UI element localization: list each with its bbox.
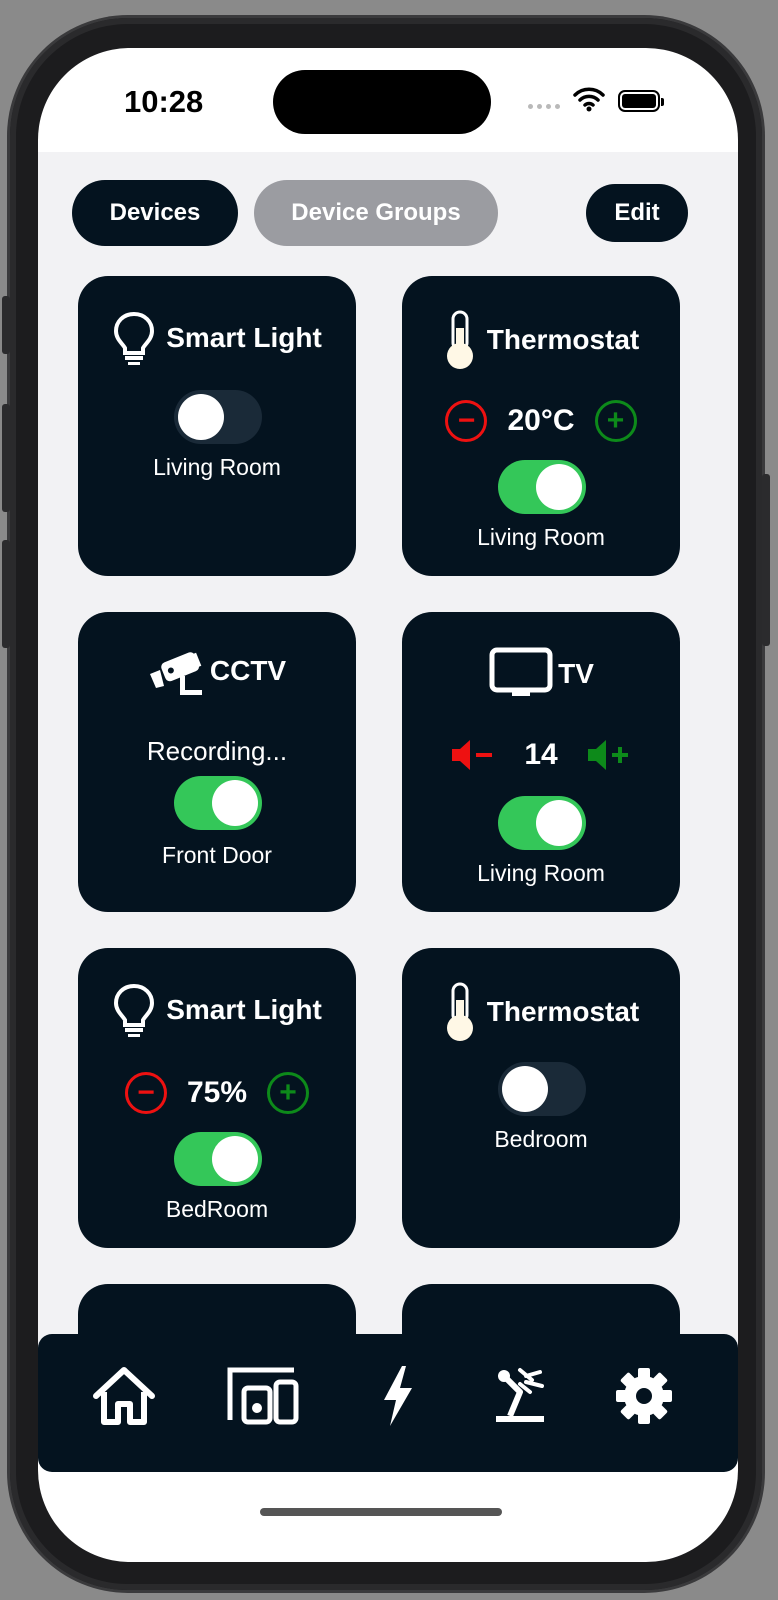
- power-toggle[interactable]: [498, 1062, 586, 1116]
- devices-icon[interactable]: [224, 1364, 304, 1428]
- card-title: Smart Light: [166, 994, 322, 1025]
- volume-up-icon[interactable]: [586, 738, 632, 772]
- room-label: Bedroom: [494, 1126, 588, 1152]
- device-card[interactable]: Smart Light Living Room: [78, 276, 356, 576]
- power-toggle[interactable]: [498, 796, 586, 850]
- device-card[interactable]: Thermostat − 20°C + Living Room: [402, 276, 680, 576]
- home-icon[interactable]: [90, 1364, 158, 1428]
- card-title: Thermostat: [486, 996, 640, 1027]
- status-time: 10:28: [124, 84, 204, 119]
- increase-button[interactable]: +: [267, 1072, 310, 1114]
- card-header: Thermostat: [402, 310, 680, 370]
- dynamic-island: [273, 70, 491, 134]
- device-card[interactable]: Smart Light − 75% + BedRoom: [78, 948, 356, 1248]
- room-label: Living Room: [153, 454, 281, 480]
- power-toggle[interactable]: [498, 460, 586, 514]
- power-toggle[interactable]: [174, 776, 262, 830]
- power-toggle[interactable]: [174, 1132, 262, 1186]
- automation-icon[interactable]: [490, 1364, 550, 1428]
- thermometer-icon: [446, 982, 473, 1041]
- card-title: CCTV: [209, 655, 287, 686]
- room-label: Living Room: [477, 860, 605, 886]
- temperature-stepper: − 20°C +: [402, 400, 680, 442]
- brightness-value: 75%: [186, 1076, 248, 1109]
- brightness-stepper: − 75% +: [78, 1072, 356, 1114]
- room-label: BedRoom: [165, 1196, 269, 1222]
- volume-stepper: 14: [402, 738, 680, 772]
- volume-up-button: [2, 404, 10, 512]
- screen: 10:28 Devices Device Groups Edit Smart L…: [38, 48, 738, 1562]
- card-header: Smart Light: [78, 310, 356, 366]
- home-indicator[interactable]: [260, 1508, 502, 1516]
- device-card[interactable]: Thermostat Bedroom: [402, 948, 680, 1248]
- thermometer-icon: [446, 310, 473, 369]
- bottom-tab-bar: [38, 1334, 738, 1472]
- settings-icon[interactable]: [614, 1364, 674, 1428]
- card-header: Smart Light: [78, 982, 356, 1038]
- power-button: [762, 474, 770, 646]
- temperature-value: 20°C: [507, 404, 575, 437]
- cctv-icon: [149, 652, 202, 695]
- room-label: Living Room: [477, 524, 605, 550]
- tab-devices[interactable]: Devices: [72, 180, 238, 246]
- volume-down-icon[interactable]: [450, 738, 496, 772]
- card-title: TV: [558, 658, 594, 689]
- volume-value: 14: [524, 738, 558, 771]
- recording-status: Recording...: [146, 736, 288, 766]
- decrease-button[interactable]: −: [445, 400, 488, 442]
- main-content: Devices Device Groups Edit Smart Light L…: [38, 152, 738, 1404]
- volume-down-button: [2, 540, 10, 648]
- card-header: CCTV: [78, 646, 356, 696]
- tab-device-groups[interactable]: Device Groups: [254, 180, 498, 246]
- card-title: Smart Light: [166, 322, 322, 353]
- device-card[interactable]: CCTV Recording... Front Door: [78, 612, 356, 912]
- cellular-signal-icon: [528, 104, 560, 109]
- room-label: Front Door: [162, 842, 272, 868]
- tv-icon: [489, 647, 553, 696]
- card-title: Thermostat: [486, 324, 640, 355]
- mute-switch: [2, 296, 10, 354]
- device-card[interactable]: TV 14 Living Room: [402, 612, 680, 912]
- edit-button[interactable]: Edit: [586, 184, 688, 242]
- increase-button[interactable]: +: [594, 400, 637, 442]
- battery-icon: [618, 90, 664, 112]
- decrease-button[interactable]: −: [124, 1072, 167, 1114]
- wifi-icon: [573, 87, 605, 112]
- bulb-icon: [114, 311, 155, 365]
- energy-icon[interactable]: [378, 1364, 418, 1428]
- card-header: Thermostat: [402, 982, 680, 1042]
- bulb-icon: [114, 983, 155, 1037]
- power-toggle[interactable]: [174, 390, 262, 444]
- card-header: TV: [402, 646, 680, 702]
